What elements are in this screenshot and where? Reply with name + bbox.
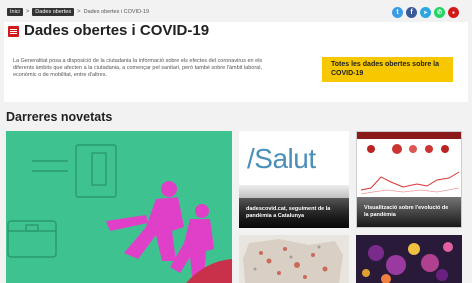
news-card[interactable]: /Salut dadescovid.cat, seguiment de la p… — [239, 131, 349, 228]
bubble-chart-card[interactable] — [356, 235, 462, 283]
whatsapp-icon[interactable]: ✆ — [434, 7, 445, 18]
news-card-caption: dadescovid.cat, seguiment de la pandèmia… — [239, 198, 349, 228]
map-card[interactable] — [239, 235, 349, 283]
breadcrumb-home-link[interactable]: Inici — [7, 8, 23, 16]
breadcrumb-current: Dades obertes i COVID-19 — [83, 9, 150, 15]
news-card-caption: Visualització sobre l'evolució de la pan… — [357, 197, 461, 227]
featured-news-card[interactable] — [6, 131, 232, 283]
all-covid-data-button[interactable]: Totes les dades obertes sobre la COVID-1… — [322, 57, 453, 82]
top-bar: Inici > Dades obertes > Dades obertes i … — [0, 0, 472, 24]
twitter-icon[interactable]: t — [392, 7, 403, 18]
map-thumbnail-image — [243, 239, 343, 283]
telegram-icon[interactable]: ➤ — [420, 7, 431, 18]
intro-panel: Dades obertes i COVID-19 La Generalitat … — [4, 22, 468, 102]
salut-logo: /Salut — [247, 143, 316, 174]
page-title: Dades obertes i COVID-19 — [24, 22, 210, 39]
breadcrumb-separator: > — [25, 9, 30, 15]
breadcrumb-section-link[interactable]: Dades obertes — [32, 8, 75, 16]
illustration-image — [7, 144, 232, 283]
intro-text: La Generalitat posa a disposició de la c… — [13, 58, 263, 78]
bubble-chart-image — [362, 242, 453, 283]
list-icon — [8, 26, 19, 37]
news-card[interactable]: Visualització sobre l'evolució de la pan… — [356, 131, 462, 228]
latest-news-heading: Darreres novetats — [6, 110, 113, 124]
facebook-icon[interactable]: f — [406, 7, 417, 18]
share-icon[interactable]: ● — [448, 7, 459, 18]
breadcrumb-separator: > — [77, 9, 81, 15]
breadcrumb: Inici > Dades obertes > Dades obertes i … — [7, 8, 149, 16]
